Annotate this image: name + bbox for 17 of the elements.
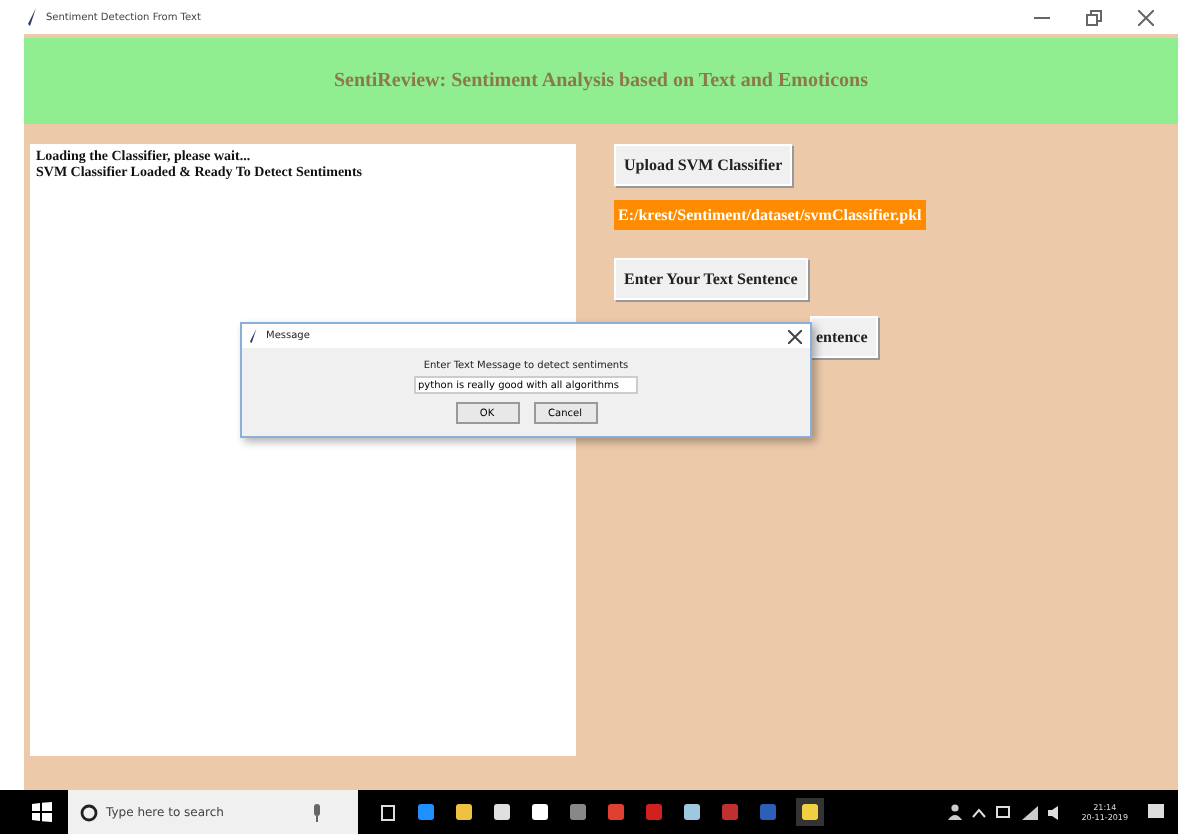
file-path-label: E:/krest/Sentiment/dataset/svmClassifier.pkl <box>614 200 926 230</box>
restore-icon[interactable] <box>1086 9 1102 25</box>
action-button[interactable]: entence <box>810 316 878 358</box>
feather-icon <box>250 328 258 344</box>
action-button[interactable]: Upload SVM Classifier <box>614 144 793 186</box>
speaker-icon[interactable] <box>1047 805 1064 819</box>
windows-start-icon[interactable] <box>32 802 52 822</box>
close-icon[interactable] <box>788 329 802 343</box>
app-icon[interactable] <box>796 798 824 826</box>
close-icon[interactable] <box>1138 9 1154 25</box>
app-title: SentiReview: Sentiment Analysis based on Text and Emoticons <box>334 70 868 92</box>
person-icon[interactable] <box>947 804 962 820</box>
feather-icon <box>28 8 38 26</box>
circle-icon <box>80 803 98 821</box>
chevron-up-icon[interactable] <box>971 807 986 817</box>
microphone-icon[interactable] <box>312 803 322 821</box>
action-button[interactable]: Enter Your Text Sentence <box>614 258 808 300</box>
